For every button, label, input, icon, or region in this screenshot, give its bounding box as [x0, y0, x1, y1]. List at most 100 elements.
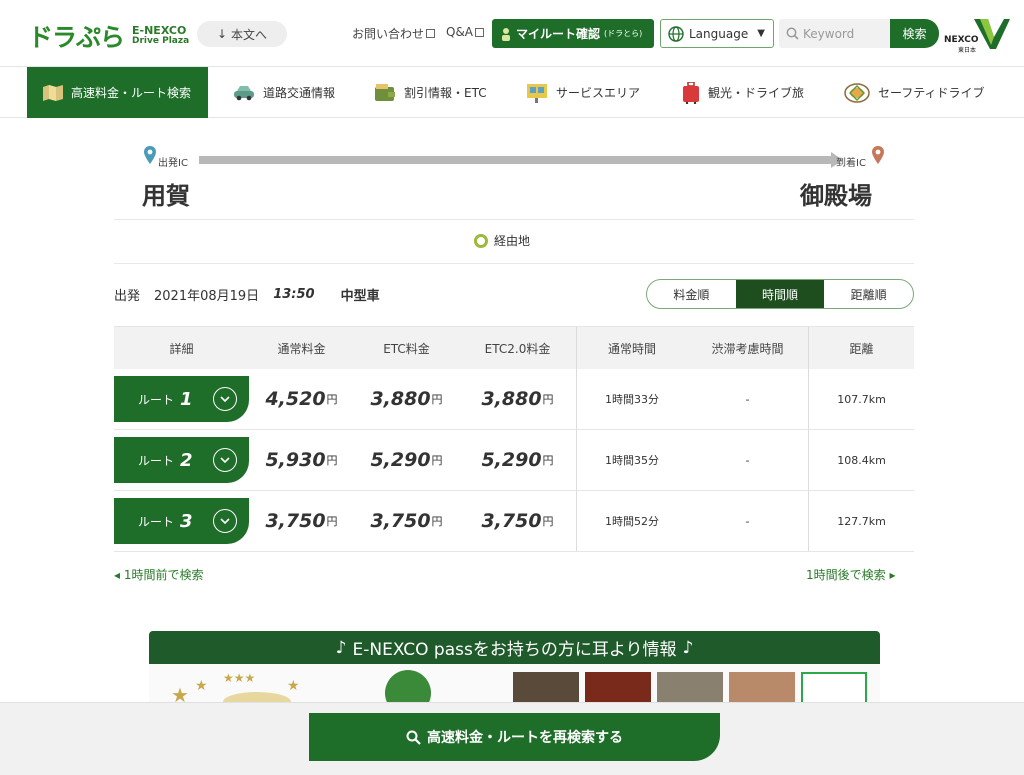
route-label: ルート: [138, 453, 175, 468]
route-2-button[interactable]: ルート 2: [114, 437, 249, 483]
sort-tab-distance[interactable]: 距離順: [824, 280, 913, 308]
wallet-icon: [375, 83, 395, 101]
depart-label: 出発: [114, 289, 141, 304]
route-1-button[interactable]: ルート 1: [114, 376, 249, 422]
search-conditions: 出発 2021年08月19日 13:50 中型車: [114, 285, 380, 304]
route-number: 3: [180, 510, 193, 532]
stars-graphic: ★ ★ ★★★ ★: [171, 672, 300, 706]
normal-time-cell: 1時間33分: [576, 369, 687, 429]
col-jam-time: 渋滞考慮時間: [711, 341, 784, 356]
food-image: [513, 672, 579, 706]
nav-item-toll-route[interactable]: 高速料金・ルート検索: [27, 67, 208, 118]
via-label: 経由地: [494, 234, 531, 248]
banner-title: E-NEXCO passをお持ちの方に耳より情報: [352, 640, 677, 660]
sort-tab-time[interactable]: 時間順: [735, 280, 825, 308]
research-button[interactable]: 高速料金・ルートを再検索する: [309, 713, 720, 761]
route-cell: ルート 3: [114, 491, 249, 551]
qa-link[interactable]: Q&A: [446, 25, 485, 39]
depart-time: 13:50: [273, 287, 315, 302]
bottle-image: [585, 672, 651, 706]
contact-link[interactable]: お問い合わせ: [352, 25, 436, 42]
campaign-badge: [385, 670, 431, 706]
jam-time-cell: -: [745, 514, 750, 528]
route-cell: ルート 2: [114, 430, 249, 490]
vehicle-type: 中型車: [340, 289, 380, 304]
ear-icon: ♪: [335, 637, 347, 658]
nexco-logo[interactable]: NEXCO 東日本: [944, 15, 1010, 54]
site-header: ドラぷら E-NEXCO Drive Plaza ↓ 本文へ お問い合わせ Q&…: [0, 0, 1024, 66]
depart-date: 2021年08月19日: [154, 289, 260, 304]
normal-fare-cell: 3,750 円: [265, 510, 338, 532]
sort-tab-fare[interactable]: 料金順: [647, 280, 736, 308]
bottom-action-bar: 高速料金・ルートを再検索する: [0, 702, 1024, 775]
search-button[interactable]: 検索: [890, 19, 939, 48]
product-image: [801, 672, 867, 706]
map-icon: [43, 84, 63, 101]
route-3-button[interactable]: ルート 3: [114, 498, 249, 544]
chevron-down-icon: [212, 387, 237, 411]
skip-label: 本文へ: [231, 27, 268, 42]
etc-fare-cell: 3,750 円: [370, 510, 443, 532]
myroute-small-label: (ドラとら): [604, 29, 643, 38]
route-number: 2: [180, 449, 193, 471]
meat-image: [729, 672, 795, 706]
divider: [114, 219, 914, 220]
via-dot-icon: [474, 233, 488, 248]
nav-item-service-area[interactable]: サービスエリア: [526, 67, 640, 118]
external-link-icon: [426, 29, 436, 38]
nav-item-discount[interactable]: 割引情報・ETC: [374, 67, 487, 118]
route-label: ルート: [138, 514, 175, 529]
nav-item-safety[interactable]: セーフティドライブ: [844, 67, 985, 118]
prev-hour-link[interactable]: ◂ 1時間前で検索: [114, 566, 203, 583]
col-normal-time: 通常時間: [576, 327, 687, 369]
dest-ic-name: 御殿場: [800, 182, 872, 210]
logo-main-text: ドラぷら: [28, 23, 125, 52]
site-logo[interactable]: ドラぷら E-NEXCO Drive Plaza: [28, 18, 189, 54]
table-row: ルート 2 5,930 円 5,290 円 5,290 円 1時間35分 - 108.…: [114, 430, 914, 491]
etc2-fare-cell: 5,290 円: [481, 449, 554, 471]
language-label: Language: [689, 26, 749, 41]
ear-icon: ♪: [682, 637, 694, 658]
nexco-sub-text: 東日本: [958, 47, 977, 54]
svg-text:★: ★: [287, 678, 300, 694]
divider: [114, 263, 914, 264]
contact-label: お問い合わせ: [352, 27, 425, 41]
col-normal-fare: 通常料金: [277, 341, 326, 356]
language-select[interactable]: Language ▼: [660, 19, 774, 48]
main-nav: 高速料金・ルート検索 道路交通情報 割引情報・ETC サービスエリア 観光・ドラ…: [0, 66, 1024, 118]
chevron-down-icon: [212, 509, 237, 533]
next-hour-link[interactable]: 1時間後で検索 ▸: [806, 566, 895, 583]
seafood-image: [657, 672, 723, 706]
safety-icon: [844, 82, 870, 103]
via-point[interactable]: 経由地: [474, 232, 530, 249]
nexco-text: NEXCO: [944, 35, 979, 45]
nav-label: 観光・ドライブ旅: [708, 86, 805, 100]
col-etc2-fare: ETC2.0料金: [484, 341, 551, 356]
logo-subtitle: E-NEXCO Drive Plaza: [132, 25, 189, 47]
route-arrow: [199, 152, 843, 168]
sort-tabs: 料金順 時間順 距離順: [646, 279, 914, 309]
service-area-icon: [527, 83, 547, 103]
jam-time-cell: -: [745, 453, 750, 467]
person-icon: [502, 27, 510, 41]
nav-item-traffic[interactable]: 道路交通情報: [233, 67, 335, 118]
etc2-fare-cell: 3,880 円: [481, 388, 554, 410]
dest-pin-icon: [872, 146, 884, 164]
search-icon: [786, 27, 799, 40]
route-label: ルート: [138, 392, 175, 407]
nav-label: 割引情報・ETC: [404, 86, 487, 100]
jam-time-cell: -: [745, 392, 750, 406]
dest-ic-label: 到着IC: [836, 158, 866, 169]
etc2-fare-cell: 3,750 円: [481, 510, 554, 532]
car-icon: [234, 85, 254, 100]
chevron-down-icon: [212, 448, 237, 472]
route-cell: ルート 1: [114, 369, 249, 429]
banner-images: ★ ★ ★★★ ★: [149, 664, 880, 706]
nav-item-tourism[interactable]: 観光・ドライブ旅: [682, 67, 804, 118]
myroute-button[interactable]: マイルート確認 (ドラとら): [492, 19, 654, 48]
skip-to-content-button[interactable]: ↓ 本文へ: [197, 21, 287, 47]
caret-down-icon: ▼: [757, 28, 765, 39]
table-row: ルート 3 3,750 円 3,750 円 3,750 円 1時間52分 - 127.…: [114, 491, 914, 552]
qa-label: Q&A: [446, 25, 474, 39]
promo-banner[interactable]: ♪ E-NEXCO passをお持ちの方に耳より情報 ♪ ★ ★ ★★★ ★: [149, 631, 880, 706]
